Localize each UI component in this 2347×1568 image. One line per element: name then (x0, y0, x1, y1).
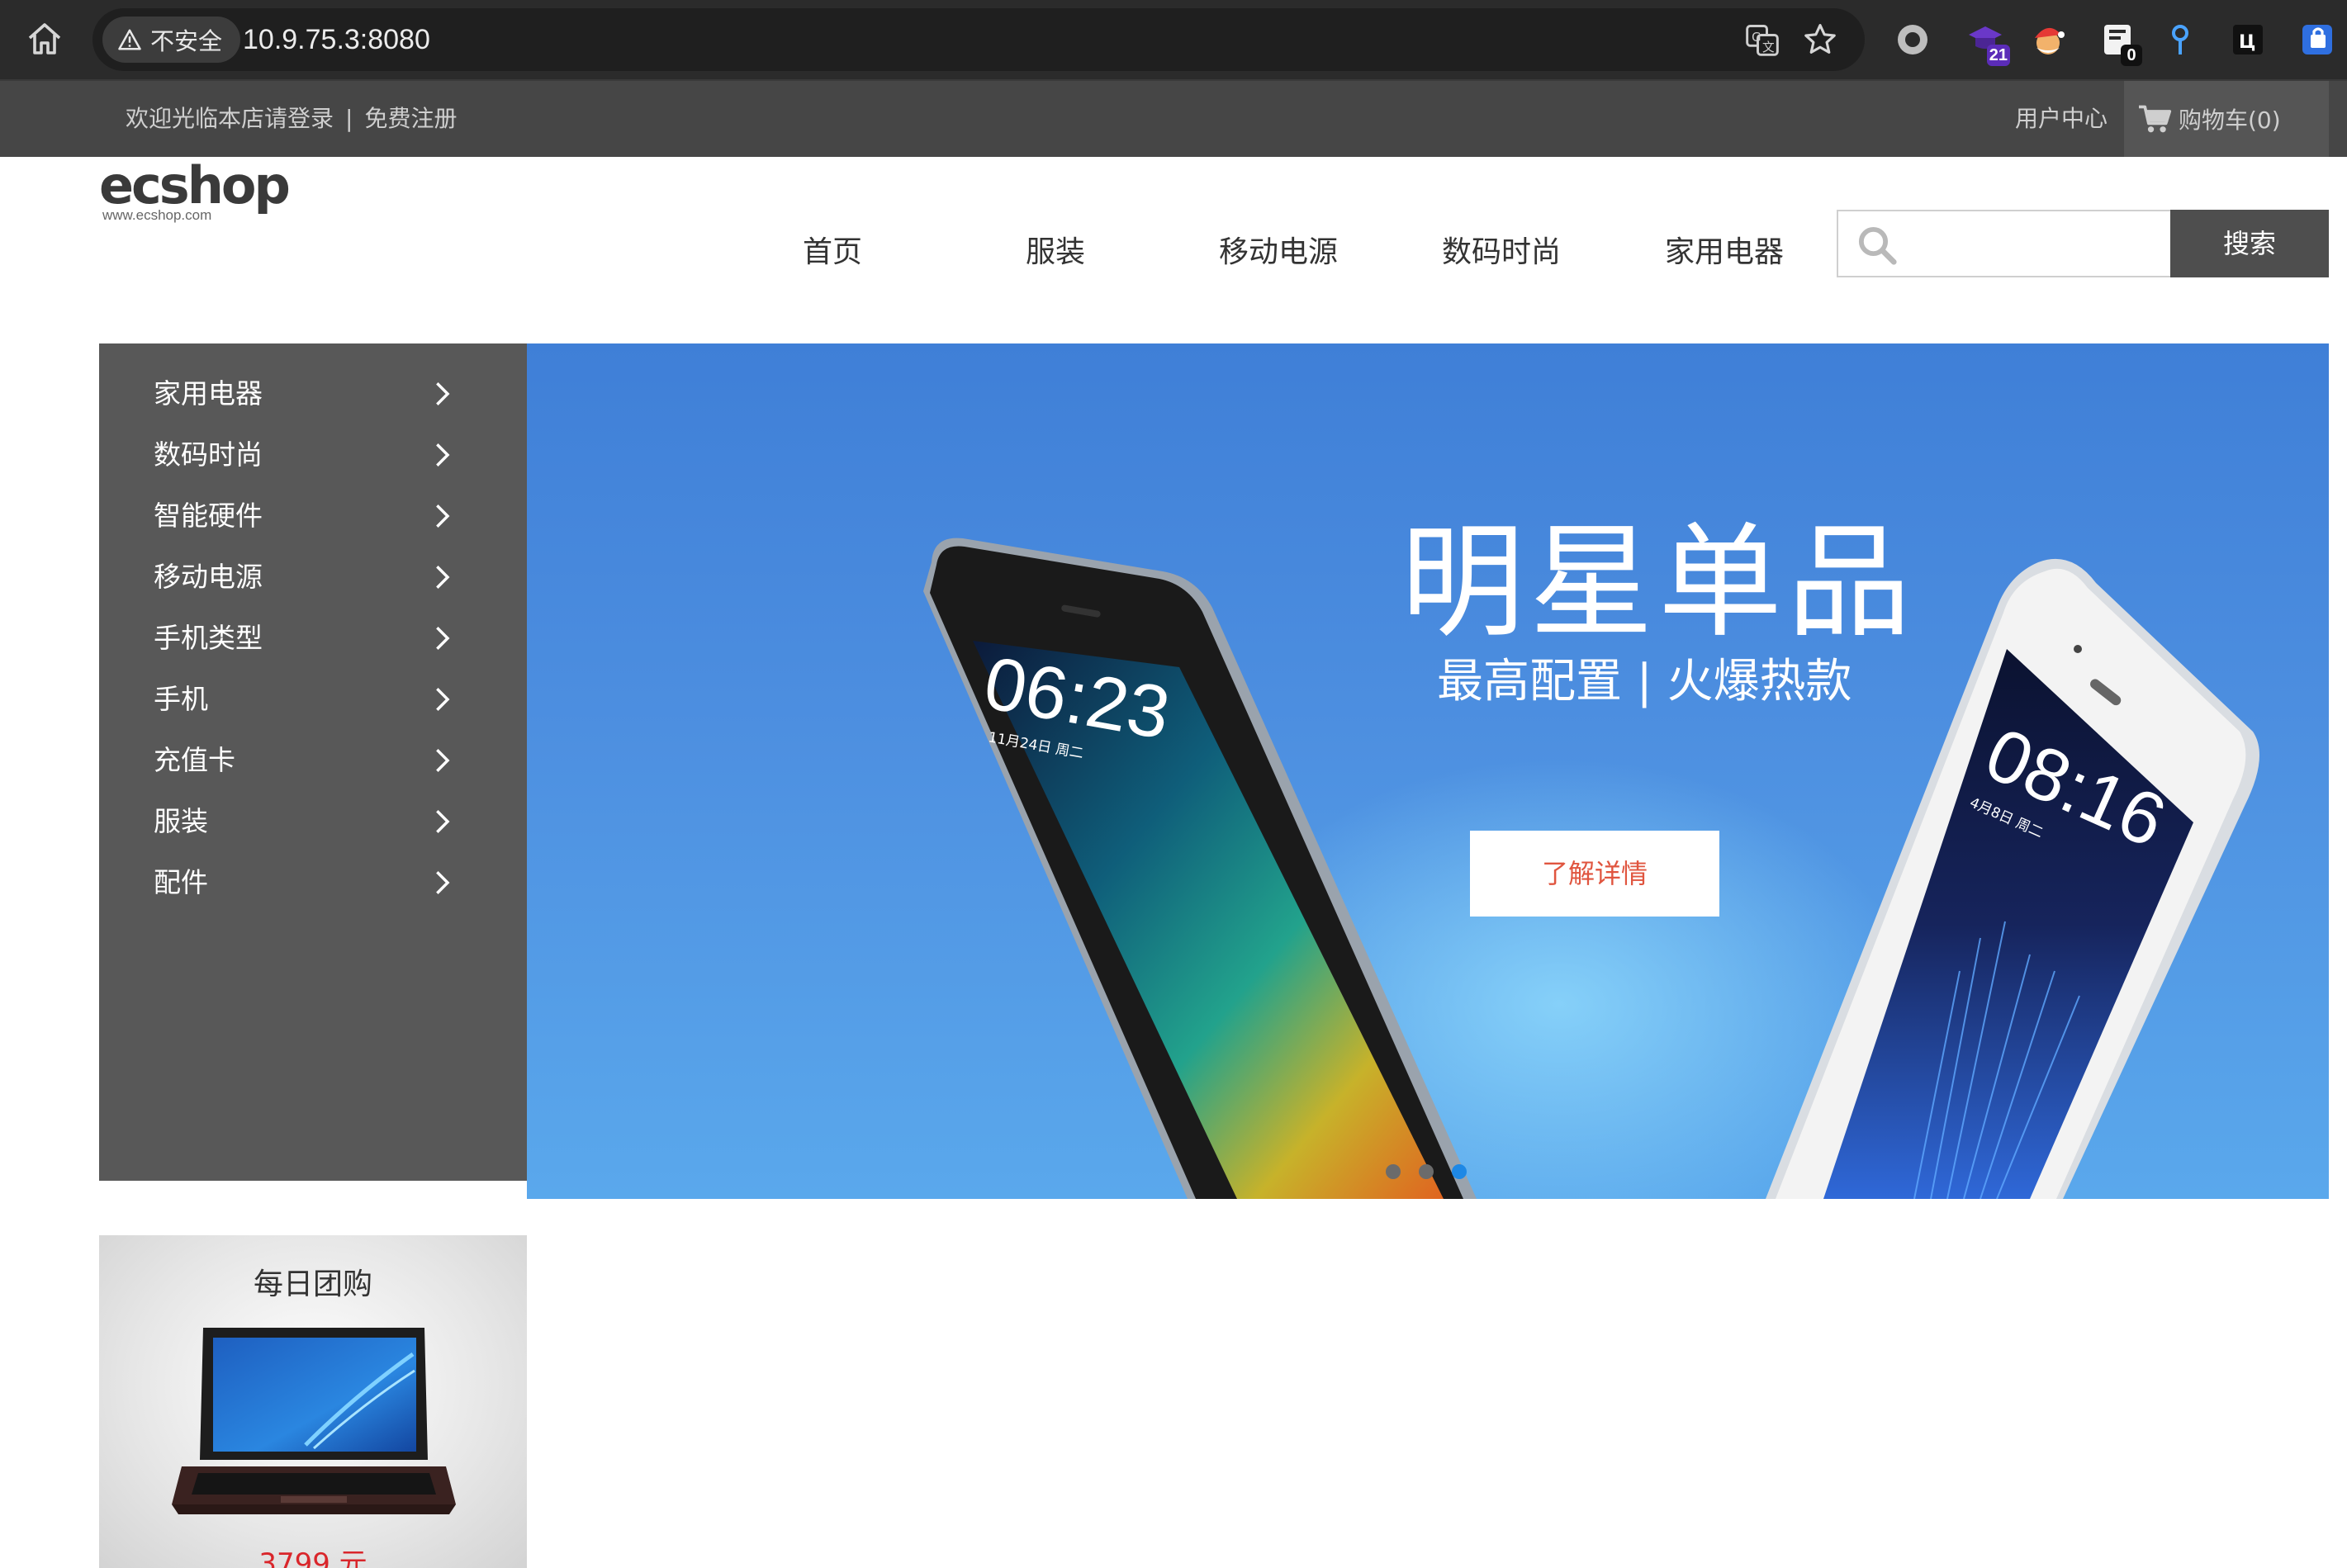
search-box (1837, 210, 2172, 277)
chevron-right-icon (436, 688, 450, 711)
search-icon (1858, 226, 1897, 265)
translate-icon[interactable]: G 文 (1744, 21, 1780, 58)
category-label: 充值卡 (154, 744, 235, 776)
bookmark-star-icon[interactable] (1802, 21, 1838, 58)
user-center-link[interactable]: 用户中心 (2015, 81, 2108, 157)
cart-label: 购物车(0) (2179, 107, 2281, 134)
group-buy-title: 每日团购 (253, 1267, 372, 1301)
laptop-image (172, 1328, 456, 1514)
nav-digital-fashion[interactable]: 数码时尚 (1442, 230, 1561, 276)
login-links: 欢迎光临本店请登录 | 免费注册 (126, 81, 457, 157)
group-buy-card[interactable]: 每日团购 3799 元 (99, 1235, 527, 1568)
category-item[interactable]: 手机类型 (99, 608, 527, 669)
banner-title: 明星单品 (1401, 511, 1917, 655)
carousel-dot[interactable] (1386, 1164, 1401, 1179)
cart-link[interactable]: 购物车(0) (2124, 81, 2329, 157)
extension-badge: 0 (2121, 45, 2142, 66)
category-label: 手机类型 (154, 622, 263, 654)
url-text[interactable]: 10.9.75.3:8080 (243, 8, 430, 71)
category-label: 手机 (154, 683, 208, 715)
login-link[interactable]: 欢迎光临本店请登录 (126, 105, 334, 132)
category-item[interactable]: 移动电源 (99, 547, 527, 608)
site-top-bar: 欢迎光临本店请登录 | 免费注册 用户中心 购物车(0) (0, 79, 2347, 157)
hero-banner[interactable]: 06:23 11月24日 周二 08:16 4月8日 周二 明星单品 最高配置 … (527, 343, 2329, 1199)
security-label: 不安全 (150, 27, 223, 55)
category-item[interactable]: 家用电器 (99, 363, 527, 424)
nav-home-appliances[interactable]: 家用电器 (1665, 230, 1784, 276)
svg-text:Ц: Ц (2239, 32, 2255, 53)
chevron-right-icon (436, 871, 450, 894)
category-item[interactable]: 服装 (99, 791, 527, 852)
category-label: 数码时尚 (154, 438, 263, 471)
santa-extension-icon[interactable] (2028, 20, 2068, 59)
svg-text:G: G (1752, 31, 1761, 45)
circle-extension-icon[interactable] (1893, 20, 1932, 59)
left-phone: 06:23 11月24日 周二 (923, 538, 1477, 1199)
category-item[interactable]: 充值卡 (99, 730, 527, 791)
chevron-right-icon (436, 382, 450, 405)
extension-badge: 21 (1986, 45, 2010, 66)
register-link[interactable]: 免费注册 (364, 105, 457, 132)
logo-subtext: www.ecshop.com (102, 207, 211, 223)
nav-power-bank[interactable]: 移动电源 (1219, 230, 1338, 276)
warning-icon (118, 29, 141, 50)
letters-extension-icon[interactable]: Ц (2228, 20, 2268, 59)
search-button[interactable]: 搜索 (2170, 210, 2329, 277)
svg-text:文: 文 (1762, 40, 1775, 54)
nav-clothing[interactable]: 服装 (1026, 230, 1085, 276)
clipboard-extension-icon[interactable]: 0 (2098, 20, 2142, 66)
chevron-right-icon (436, 810, 450, 833)
category-label: 移动电源 (154, 561, 263, 593)
category-item[interactable]: 配件 (99, 852, 527, 913)
nav-home[interactable]: 首页 (803, 230, 862, 276)
search-input[interactable] (1921, 218, 2160, 269)
ecshop-logo[interactable]: ecshop www.ecshop.com (97, 155, 296, 223)
pin-extension-icon[interactable] (2160, 20, 2200, 59)
banner-subtitle: 最高配置 | 火爆热款 (1437, 655, 1852, 708)
hat-extension-icon[interactable]: 21 (1965, 20, 2010, 66)
address-bar[interactable]: 不安全 10.9.75.3:8080 G 文 (92, 8, 1865, 71)
chevron-right-icon (436, 505, 450, 528)
category-label: 服装 (154, 805, 208, 837)
category-item[interactable]: 数码时尚 (99, 424, 527, 486)
chevron-right-icon (436, 443, 450, 467)
link-separator: | (345, 105, 353, 132)
carousel-dot[interactable] (1419, 1164, 1434, 1179)
chevron-right-icon (436, 566, 450, 589)
home-icon[interactable] (25, 20, 64, 59)
shield-extension-icon[interactable] (2297, 20, 2337, 59)
learn-more-button[interactable]: 了解详情 (1470, 831, 1719, 917)
category-label: 家用电器 (154, 377, 263, 410)
shopping-cart-icon (2139, 105, 2172, 133)
category-label: 配件 (154, 866, 208, 898)
security-chip[interactable]: 不安全 (102, 17, 241, 63)
category-label: 智能硬件 (154, 500, 263, 532)
browser-toolbar: 不安全 10.9.75.3:8080 G 文 21 0 Ц (0, 0, 2347, 79)
category-sidebar: 家用电器 数码时尚 智能硬件 移动电源 手机类型 手机 充值卡 服装 配件 (99, 343, 527, 1181)
carousel-dot-active[interactable] (1452, 1164, 1467, 1179)
group-buy-price: 3799 元 (258, 1547, 367, 1568)
category-item[interactable]: 智能硬件 (99, 486, 527, 547)
chevron-right-icon (436, 627, 450, 650)
category-item[interactable]: 手机 (99, 669, 527, 730)
chevron-right-icon (436, 749, 450, 772)
banner-phones: 06:23 11月24日 周二 08:16 4月8日 周二 (923, 538, 2259, 1199)
